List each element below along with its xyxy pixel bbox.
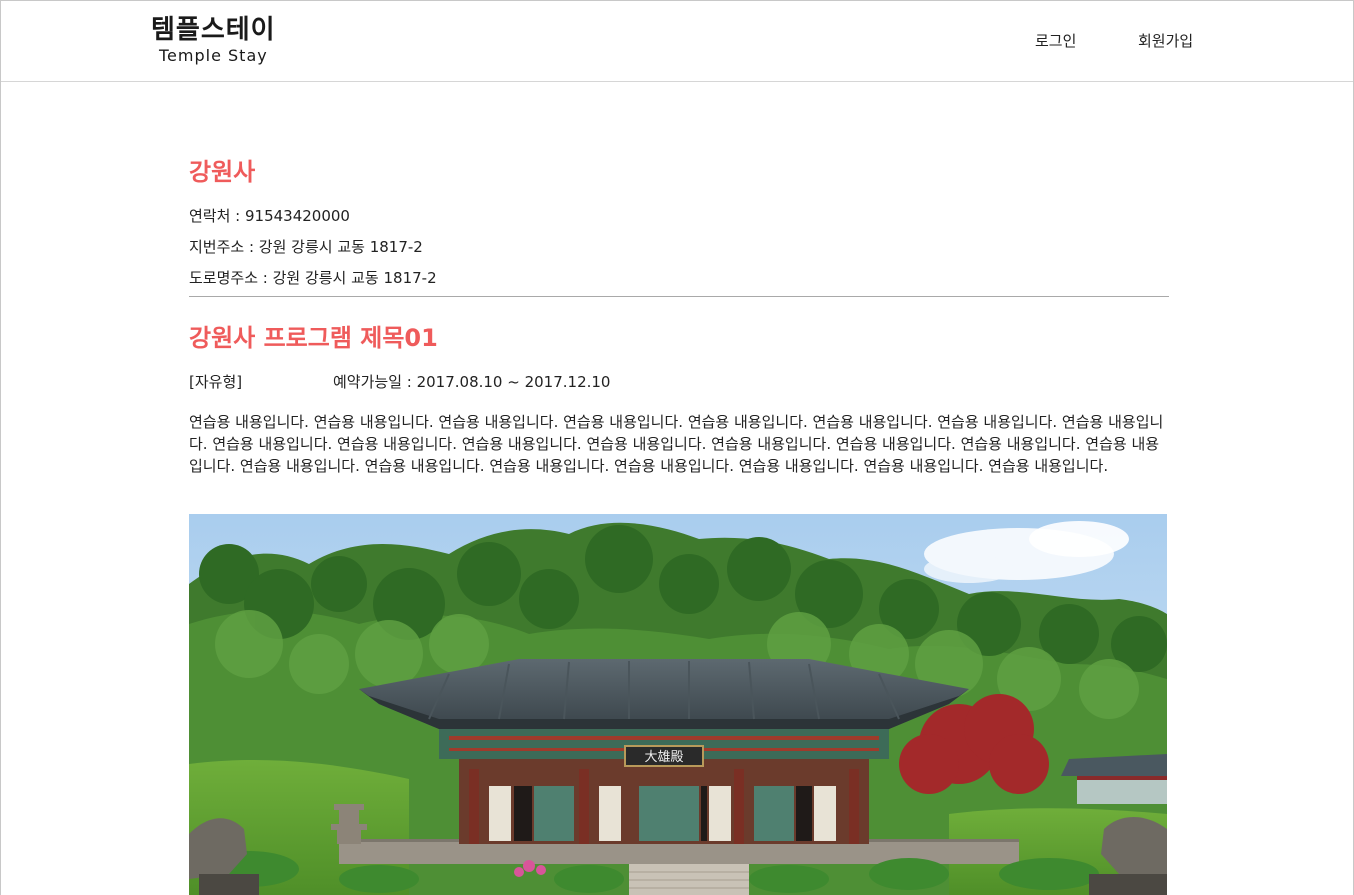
logo-korean-text: 템플스테이 xyxy=(151,15,276,45)
section-divider xyxy=(189,296,1169,297)
signup-link[interactable]: 회원가입 xyxy=(1138,30,1193,51)
program-type: [자유형] xyxy=(189,373,243,391)
program-title: 강원사 프로그램 제목01 xyxy=(189,324,438,352)
temple-jibun-address: 지번주소 : 강원 강릉시 교동 1817-2 xyxy=(189,238,423,256)
temple-name: 강원사 xyxy=(189,158,256,186)
logo-english-text: Temple Stay xyxy=(159,46,268,65)
signboard-text: 大雄殿 xyxy=(644,750,683,765)
login-link[interactable]: 로그인 xyxy=(1035,30,1076,51)
temple-road-address: 도로명주소 : 강원 강릉시 교동 1817-2 xyxy=(189,269,437,287)
program-period: 예약가능일 : 2017.08.10 ~ 2017.12.10 xyxy=(333,373,611,391)
temple-photo: 大雄殿 xyxy=(189,514,1167,895)
page-frame: 템플스테이 Temple Stay 로그인 회원가입 강원사 연락처 : 915… xyxy=(0,0,1354,895)
site-logo[interactable]: 템플스테이 Temple Stay xyxy=(151,9,311,69)
temple-phone: 연락처 : 91543420000 xyxy=(189,207,350,225)
site-header: 템플스테이 Temple Stay 로그인 회원가입 xyxy=(1,0,1353,82)
program-description: 연습용 내용입니다. 연습용 내용입니다. 연습용 내용입니다. 연습용 내용입… xyxy=(189,413,1164,475)
